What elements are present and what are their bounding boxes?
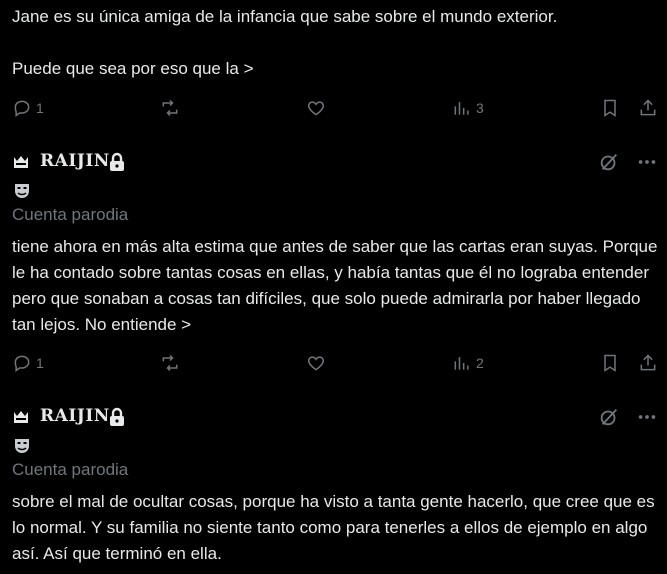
theater-mask-icon bbox=[15, 184, 29, 198]
parody-label: Cuenta parodia bbox=[12, 460, 129, 479]
post-2-text: tiene ahora en más alta estima que antes… bbox=[12, 237, 658, 334]
theater-mask-icon bbox=[15, 439, 29, 453]
reply-button[interactable]: 1 bbox=[12, 351, 44, 375]
share-button[interactable] bbox=[638, 351, 658, 375]
crown-icon bbox=[14, 411, 28, 423]
post-1-action-bar: 1 3 bbox=[12, 96, 656, 120]
post-3-header: RAIJIN. bbox=[12, 405, 658, 431]
more-icon[interactable] bbox=[636, 406, 658, 428]
author-name[interactable]: RAIJIN. bbox=[40, 151, 115, 171]
post-3-text: sobre el mal de ocultar cosas, porque ha… bbox=[12, 492, 655, 563]
reply-count: 1 bbox=[36, 100, 44, 116]
repost-button[interactable] bbox=[160, 96, 180, 120]
views-count: 2 bbox=[476, 355, 484, 371]
author-name[interactable]: RAIJIN. bbox=[40, 406, 115, 426]
thread-view: Jane es su única amiga de la infancia qu… bbox=[0, 0, 667, 574]
share-icon bbox=[640, 99, 656, 116]
parody-label: Cuenta parodia bbox=[12, 205, 129, 224]
more-icon[interactable] bbox=[636, 151, 658, 173]
bookmark-button[interactable] bbox=[600, 351, 620, 375]
share-button[interactable] bbox=[638, 96, 658, 120]
grok-icon[interactable] bbox=[598, 151, 620, 173]
repost-icon bbox=[162, 354, 178, 372]
repost-icon bbox=[162, 99, 178, 117]
bookmark-icon bbox=[604, 354, 616, 372]
bookmark-icon bbox=[604, 99, 616, 117]
post-2-header: RAIJIN. bbox=[12, 150, 658, 176]
views-count: 3 bbox=[476, 100, 484, 116]
bookmark-button[interactable] bbox=[600, 96, 620, 120]
crown-icon bbox=[14, 156, 28, 168]
reply-count: 1 bbox=[36, 355, 44, 371]
repost-button[interactable] bbox=[160, 351, 180, 375]
views-icon bbox=[454, 357, 469, 370]
reply-icon bbox=[14, 100, 30, 117]
like-button[interactable] bbox=[306, 351, 326, 375]
views-button[interactable]: 2 bbox=[452, 351, 484, 375]
grok-icon[interactable] bbox=[598, 406, 620, 428]
like-button[interactable] bbox=[306, 96, 326, 120]
reply-button[interactable]: 1 bbox=[12, 96, 44, 120]
lock-icon bbox=[110, 407, 124, 426]
post-2-action-bar: 1 2 bbox=[12, 351, 656, 375]
heart-icon bbox=[307, 356, 325, 371]
reply-icon bbox=[14, 355, 30, 372]
lock-icon bbox=[110, 152, 124, 171]
views-icon bbox=[454, 102, 469, 115]
heart-icon bbox=[307, 101, 325, 116]
share-icon bbox=[640, 354, 656, 371]
views-button[interactable]: 3 bbox=[452, 96, 484, 120]
post-1-text: Jane es su única amiga de la infancia qu… bbox=[12, 7, 558, 78]
